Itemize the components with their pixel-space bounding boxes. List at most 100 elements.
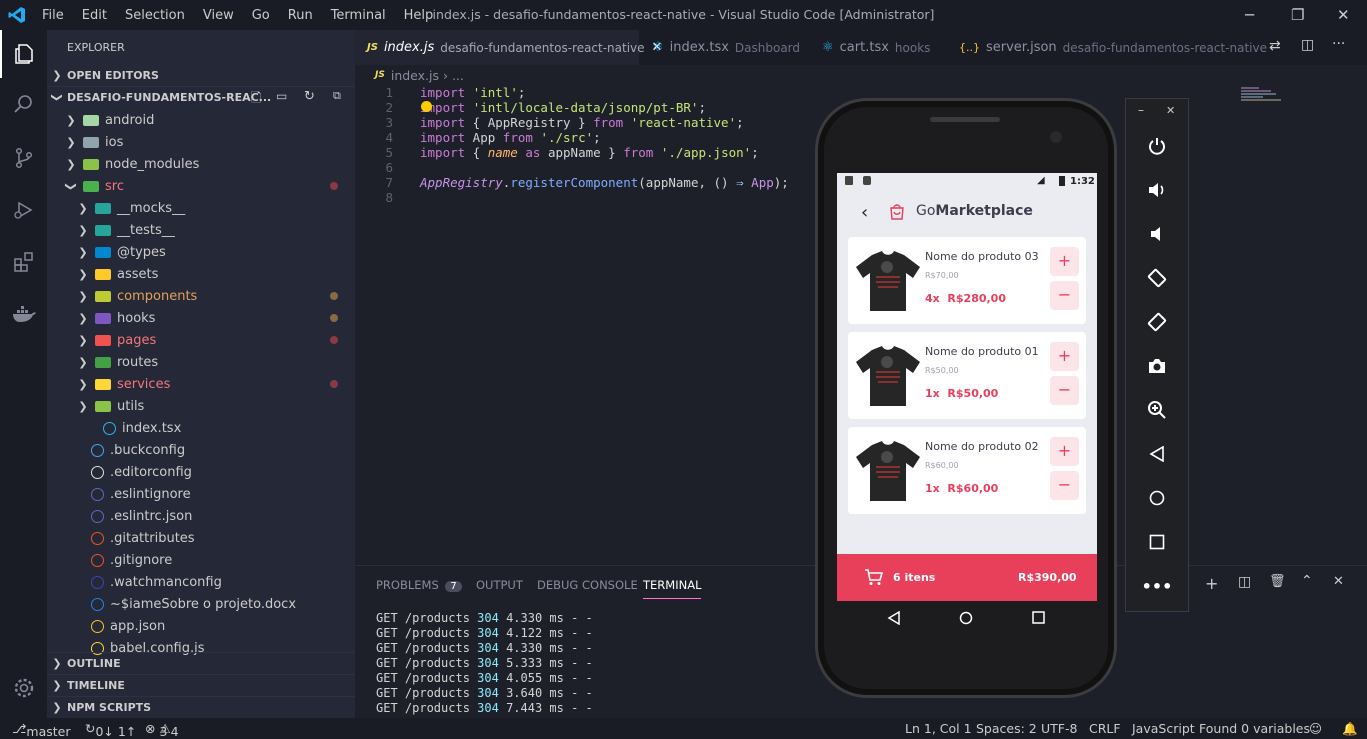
source-control-icon[interactable] [0,134,47,182]
tree-folder[interactable]: ❯ utils [47,395,355,417]
back-arrow-icon[interactable]: ‹ [861,202,868,223]
feedback-icon[interactable]: ☺ [1309,721,1322,736]
volume-down-icon[interactable] [1126,221,1188,247]
tree-folder[interactable]: ❯ @types [47,241,355,263]
menu-terminal[interactable]: Terminal [322,8,395,23]
new-terminal-icon[interactable]: + [1205,574,1218,593]
tree-folder[interactable]: ❯ components [47,285,355,307]
outline-section[interactable]: ❯ OUTLINE [47,652,355,674]
indentation[interactable]: Spaces: 2 [976,721,1037,736]
screenshot-camera-icon[interactable] [1126,353,1188,379]
nav-recents-icon[interactable] [1032,611,1045,624]
increment-button[interactable]: + [1050,247,1079,276]
tab-cart-tsx[interactable]: ⚛ cart.tsx hooks [810,30,946,65]
volume-up-icon[interactable] [1126,177,1188,203]
end-of-line[interactable]: CRLF [1089,721,1121,736]
tree-folder[interactable]: ❯ android [47,109,355,131]
increment-button[interactable]: + [1050,437,1079,466]
tree-folder[interactable]: ❯ routes [47,351,355,373]
minimap[interactable] [1241,87,1291,101]
close-window-icon[interactable]: ✕ [1337,6,1350,24]
tree-folder[interactable]: ❯ node_modules [47,153,355,175]
docker-icon[interactable] [0,290,47,338]
run-debug-icon[interactable] [0,186,47,234]
restore-icon[interactable]: ❐ [1291,6,1304,24]
tab-debug-console[interactable]: DEBUG CONSOLE [537,578,638,592]
tree-file[interactable]: .editorconfig [47,461,355,483]
settings-gear-icon[interactable] [0,664,47,712]
tree-folder[interactable]: ❯ services [47,373,355,395]
encoding[interactable]: UTF-8 [1041,721,1077,736]
emulator-close-icon[interactable]: ✕ [1166,104,1175,117]
decrement-button[interactable]: − [1050,376,1079,405]
tab-index-tsx[interactable]: ⚛ index.tsx Dashboard [640,30,810,65]
tab-output[interactable]: OUTPUT [476,578,523,592]
home-icon[interactable] [1126,485,1188,511]
tree-file[interactable]: .gitignore [47,549,355,571]
bell-icon[interactable]: 🔔 [1342,721,1358,737]
tree-folder[interactable]: ❯ __tests__ [47,219,355,241]
open-changes-icon[interactable]: ⇄ [1269,38,1281,54]
tree-folder[interactable]: ❯ ios [47,131,355,153]
tree-file[interactable]: .eslintignore [47,483,355,505]
split-editor-icon[interactable]: ◫ [1301,37,1314,53]
collapse-all-icon[interactable]: ⧉ [333,89,341,103]
language-mode[interactable]: JavaScript [1132,721,1195,736]
tree-file[interactable]: .eslintrc.json [47,505,355,527]
menu-edit[interactable]: Edit [73,8,116,23]
back-icon[interactable] [1126,441,1188,467]
power-icon[interactable] [1126,133,1188,159]
problems-indicator[interactable]: ⊗ 3 ⚠ 4 [145,721,179,739]
tree-file[interactable]: app.json [47,615,355,637]
timeline-section[interactable]: ❯ TIMELINE [47,674,355,696]
phone-screen[interactable]: ◢ 1:32 ‹ GoMarketplace Nome do produto 0… [837,173,1097,601]
tree-folder[interactable]: ❯ src [47,175,355,197]
explorer-icon[interactable] [0,30,47,78]
refresh-icon[interactable]: ↻ [304,89,315,104]
decrement-button[interactable]: − [1050,281,1079,310]
more-actions-icon[interactable]: ··· [1332,36,1345,52]
increment-button[interactable]: + [1050,342,1079,371]
menu-view[interactable]: View [194,8,243,23]
tree-file[interactable]: .gitattributes [47,527,355,549]
project-section[interactable]: ❯ DESAFIO-FUNDAMENTOS-REAC... 🗋 ▭ ↻ ⧉ [47,86,355,108]
tree-folder[interactable]: ❯ pages [47,329,355,351]
search-icon[interactable] [0,80,47,128]
tree-file[interactable]: ~$iameSobre o projeto.docx [47,593,355,615]
rotate-left-icon[interactable] [1126,265,1188,291]
extensions-icon[interactable] [0,238,47,286]
breadcrumb-path[interactable]: index.js › ... [391,68,464,83]
split-terminal-icon[interactable]: ◫ [1238,574,1251,590]
menu-help[interactable]: Help [395,8,443,23]
open-editors-section[interactable]: ❯ OPEN EDITORS [47,64,355,86]
tab-terminal[interactable]: TERMINAL [643,578,702,599]
npm-scripts-section[interactable]: ❯ NPM SCRIPTS [47,696,355,718]
rotate-right-icon[interactable] [1126,309,1188,335]
new-file-icon[interactable]: 🗋 [251,89,261,111]
tab-problems[interactable]: PROBLEMS 7 [376,578,462,592]
menu-go[interactable]: Go [243,8,279,23]
zoom-icon[interactable] [1126,397,1188,423]
cart-footer[interactable]: 6 itens R$390,00 [837,554,1097,601]
more-options-icon[interactable]: ••• [1126,573,1188,599]
minimize-icon[interactable]: ─ [1245,6,1254,24]
decrement-button[interactable]: − [1050,471,1079,500]
menu-file[interactable]: File [33,8,73,23]
tab-server-json[interactable]: {..} server.json desafio-fundamentos-rea… [947,30,1267,65]
maximize-panel-icon[interactable]: ⌃ [1301,573,1313,589]
tree-file[interactable]: .buckconfig [47,439,355,461]
overview-icon[interactable] [1126,529,1188,555]
trash-icon[interactable]: 🗑 [1269,574,1286,589]
branch-indicator[interactable]: ⎇ master [12,721,71,739]
menu-run[interactable]: Run [279,8,322,23]
lightbulb-icon[interactable] [421,101,432,112]
menu-selection[interactable]: Selection [116,8,194,23]
tree-file[interactable]: .watchmanconfig [47,571,355,593]
tree-folder[interactable]: ❯ hooks [47,307,355,329]
tab-index-js[interactable]: JS index.js desafio-fundamentos-react-na… [355,30,662,65]
new-folder-icon[interactable]: ▭ [276,89,287,103]
nav-back-icon[interactable] [887,611,901,625]
sync-indicator[interactable]: ↻ 0↓ 1↑ [85,721,136,739]
variables-status[interactable]: Found 0 variables [1199,721,1310,736]
tree-file[interactable]: index.tsx [47,417,355,439]
